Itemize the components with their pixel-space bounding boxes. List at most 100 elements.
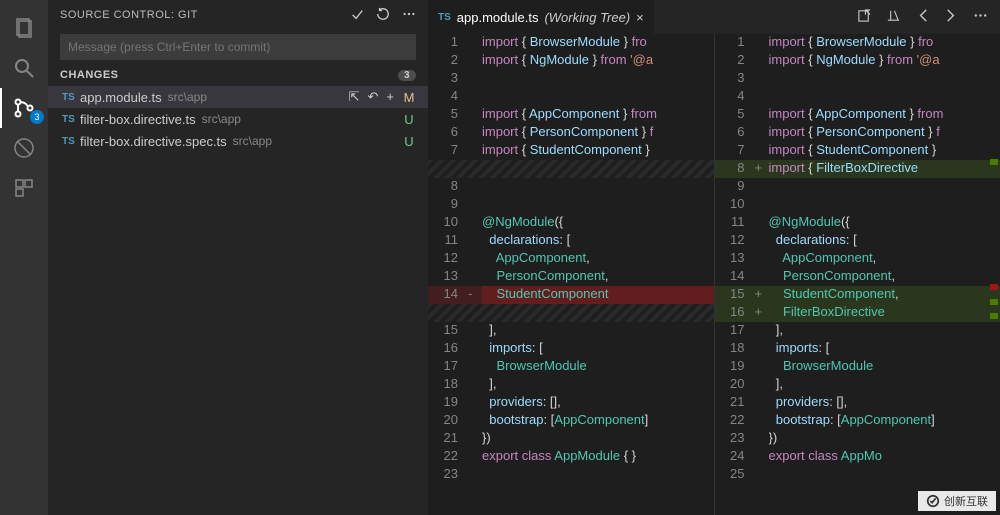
code-line[interactable]: 8 xyxy=(428,178,714,196)
code-line[interactable]: 20 bootstrap: [AppComponent] xyxy=(428,412,714,430)
code-line[interactable]: 24export class AppMo xyxy=(715,448,1000,466)
code-line[interactable] xyxy=(428,160,714,178)
open-file-icon[interactable] xyxy=(857,8,872,26)
line-number: 2 xyxy=(428,52,468,70)
code-line[interactable]: 16 imports: [ xyxy=(428,340,714,358)
code-line[interactable]: 4 xyxy=(715,88,1000,106)
code-line[interactable]: 12 AppComponent, xyxy=(428,250,714,268)
code-content: import { BrowserModule } fro xyxy=(769,34,1000,52)
code-line[interactable]: 18 ], xyxy=(428,376,714,394)
refresh-icon[interactable] xyxy=(376,7,390,24)
code-line[interactable]: 8+import { FilterBoxDirective xyxy=(715,160,1000,178)
code-line[interactable]: 11@NgModule({ xyxy=(715,214,1000,232)
code-line[interactable]: 25 xyxy=(715,466,1000,484)
diff-sign xyxy=(755,430,769,448)
source-control-icon[interactable]: 3 xyxy=(0,88,48,128)
stage-icon[interactable]: + xyxy=(386,89,394,105)
sidebar: SOURCE CONTROL: GIT CHANGES 3 TSapp.modu… xyxy=(48,0,428,515)
whitespace-icon[interactable] xyxy=(886,8,901,26)
line-number: 5 xyxy=(715,106,755,124)
code-line[interactable]: 4 xyxy=(428,88,714,106)
code-line[interactable]: 13 PersonComponent, xyxy=(428,268,714,286)
code-line[interactable]: 12 declarations: [ xyxy=(715,232,1000,250)
next-change-icon[interactable] xyxy=(944,8,959,26)
diff-sign xyxy=(755,124,769,142)
file-row[interactable]: TSfilter-box.directive.spec.tssrc\app⇱↶+… xyxy=(48,130,428,152)
code-line[interactable]: 5import { AppComponent } from xyxy=(715,106,1000,124)
code-line[interactable]: 6import { PersonComponent } f xyxy=(428,124,714,142)
code-line[interactable]: 10 xyxy=(715,196,1000,214)
diff-left-pane[interactable]: 1import { BrowserModule } fro2import { N… xyxy=(428,34,714,515)
line-number: 5 xyxy=(428,106,468,124)
file-path: src\app xyxy=(233,134,272,148)
code-line[interactable] xyxy=(428,304,714,322)
code-line[interactable]: 1import { BrowserModule } fro xyxy=(428,34,714,52)
code-line[interactable]: 16+ FilterBoxDirective xyxy=(715,304,1000,322)
code-line[interactable]: 15 ], xyxy=(428,322,714,340)
diff-sign xyxy=(468,430,482,448)
file-row[interactable]: TSfilter-box.directive.tssrc\app⇱↶+U xyxy=(48,108,428,130)
code-line[interactable]: 1import { BrowserModule } fro xyxy=(715,34,1000,52)
code-line[interactable]: 7import { StudentComponent } xyxy=(428,142,714,160)
scm-badge: 3 xyxy=(30,110,44,124)
code-line[interactable]: 17 ], xyxy=(715,322,1000,340)
line-number: 6 xyxy=(428,124,468,142)
code-line[interactable]: 13 AppComponent, xyxy=(715,250,1000,268)
line-number: 8 xyxy=(715,160,755,178)
changes-section[interactable]: CHANGES 3 xyxy=(48,64,428,86)
code-content: bootstrap: [AppComponent] xyxy=(482,412,714,430)
tab-bar: TS app.module.ts (Working Tree) × xyxy=(428,0,1000,34)
code-content xyxy=(769,88,1000,106)
code-line[interactable]: 2import { NgModule } from '@a xyxy=(428,52,714,70)
explorer-icon[interactable] xyxy=(0,8,48,48)
code-line[interactable]: 2import { NgModule } from '@a xyxy=(715,52,1000,70)
tab-app-module[interactable]: TS app.module.ts (Working Tree) × xyxy=(428,0,655,34)
minimap[interactable] xyxy=(988,34,998,515)
diff-sign xyxy=(755,70,769,88)
code-line[interactable]: 10@NgModule({ xyxy=(428,214,714,232)
code-line[interactable]: 14- StudentComponent xyxy=(428,286,714,304)
line-number: 23 xyxy=(428,466,468,484)
diff-right-pane[interactable]: 1import { BrowserModule } fro2import { N… xyxy=(714,34,1000,515)
line-number: 12 xyxy=(428,250,468,268)
code-line[interactable]: 7import { StudentComponent } xyxy=(715,142,1000,160)
code-line[interactable]: 3 xyxy=(715,70,1000,88)
commit-icon[interactable] xyxy=(350,7,364,24)
code-line[interactable]: 20 ], xyxy=(715,376,1000,394)
code-line[interactable]: 21 providers: [], xyxy=(715,394,1000,412)
extensions-icon[interactable] xyxy=(0,168,48,208)
code-line[interactable]: 22 bootstrap: [AppComponent] xyxy=(715,412,1000,430)
file-row[interactable]: TSapp.module.tssrc\app⇱↶+M xyxy=(48,86,428,108)
code-line[interactable]: 6import { PersonComponent } f xyxy=(715,124,1000,142)
code-line[interactable]: 9 xyxy=(428,196,714,214)
code-line[interactable]: 11 declarations: [ xyxy=(428,232,714,250)
code-line[interactable]: 17 BrowserModule xyxy=(428,358,714,376)
code-content: import { StudentComponent } xyxy=(482,142,714,160)
code-line[interactable]: 3 xyxy=(428,70,714,88)
more-icon[interactable] xyxy=(402,7,416,24)
line-number: 1 xyxy=(428,34,468,52)
commit-input[interactable] xyxy=(60,34,416,60)
code-line[interactable]: 19 providers: [], xyxy=(428,394,714,412)
discard-icon[interactable]: ↶ xyxy=(368,89,379,105)
code-line[interactable]: 22export class AppModule { } xyxy=(428,448,714,466)
prev-change-icon[interactable] xyxy=(915,8,930,26)
code-line[interactable]: 18 imports: [ xyxy=(715,340,1000,358)
code-line[interactable]: 9 xyxy=(715,178,1000,196)
debug-icon[interactable] xyxy=(0,128,48,168)
code-line[interactable]: 5 import { AppComponent } from xyxy=(428,106,714,124)
search-icon[interactable] xyxy=(0,48,48,88)
code-line[interactable]: 23 xyxy=(428,466,714,484)
diff-sign xyxy=(755,106,769,124)
diff-sign: + xyxy=(755,304,769,322)
close-icon[interactable]: × xyxy=(636,10,644,25)
code-line[interactable]: 15+ StudentComponent, xyxy=(715,286,1000,304)
line-number: 3 xyxy=(428,70,468,88)
code-line[interactable]: 14 PersonComponent, xyxy=(715,268,1000,286)
code-line[interactable]: 23}) xyxy=(715,430,1000,448)
editor-more-icon[interactable] xyxy=(973,8,988,26)
code-line[interactable]: 21}) xyxy=(428,430,714,448)
open-file-icon[interactable]: ⇱ xyxy=(349,89,360,105)
code-line[interactable]: 19 BrowserModule xyxy=(715,358,1000,376)
code-content: import { AppComponent } from xyxy=(482,106,714,124)
